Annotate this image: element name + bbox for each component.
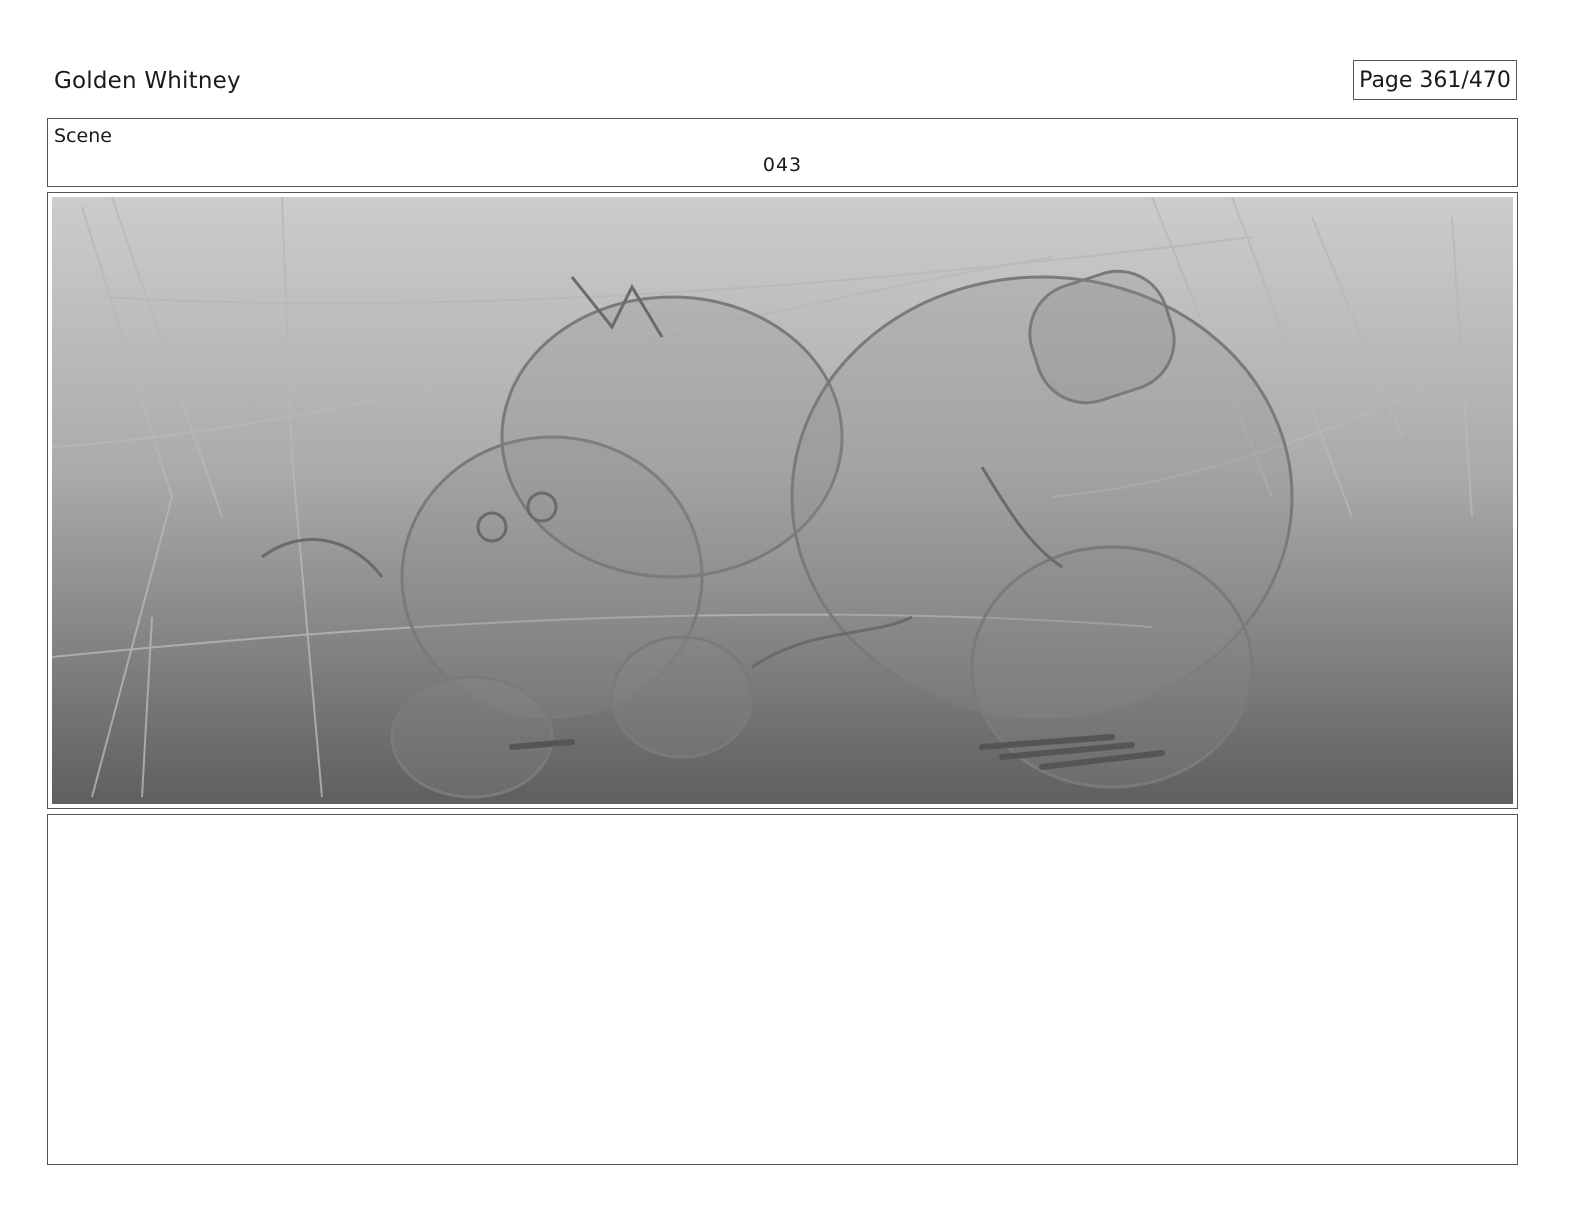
scene-label: Scene	[54, 125, 112, 147]
storyboard-sketch-image	[52, 197, 1513, 804]
scene-number: 043	[762, 154, 803, 176]
page-indicator-text: Page 361/470	[1359, 67, 1511, 93]
project-title: Golden Whitney	[54, 68, 241, 94]
storyboard-panel	[47, 192, 1518, 809]
page-indicator: Page 361/470	[1353, 60, 1517, 100]
notes-area	[47, 814, 1518, 1165]
scene-header: Scene 043	[47, 118, 1518, 187]
